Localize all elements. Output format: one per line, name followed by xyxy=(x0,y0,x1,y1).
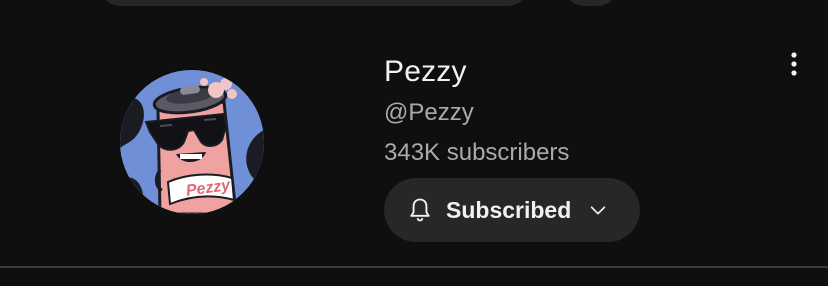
subscribed-button[interactable]: Subscribed xyxy=(384,178,640,242)
channel-name[interactable]: Pezzy xyxy=(384,54,467,90)
avatar-image: Pezzy xyxy=(120,70,264,214)
more-options-button[interactable] xyxy=(778,46,810,82)
subscribed-label: Subscribed xyxy=(446,196,572,223)
search-bar[interactable] xyxy=(98,0,530,6)
more-vertical-icon xyxy=(791,52,797,76)
voice-search-button[interactable] xyxy=(562,0,620,6)
subscriber-count: 343K subscribers xyxy=(384,139,570,166)
channel-avatar[interactable]: Pezzy xyxy=(120,70,264,214)
channel-handle: @Pezzy xyxy=(384,99,474,126)
channel-header: Pezzy Pezzy @Pezzy 343K subscribers Subs… xyxy=(0,0,828,286)
section-divider xyxy=(0,266,828,268)
bell-icon xyxy=(406,196,434,224)
chevron-down-icon xyxy=(587,199,609,221)
